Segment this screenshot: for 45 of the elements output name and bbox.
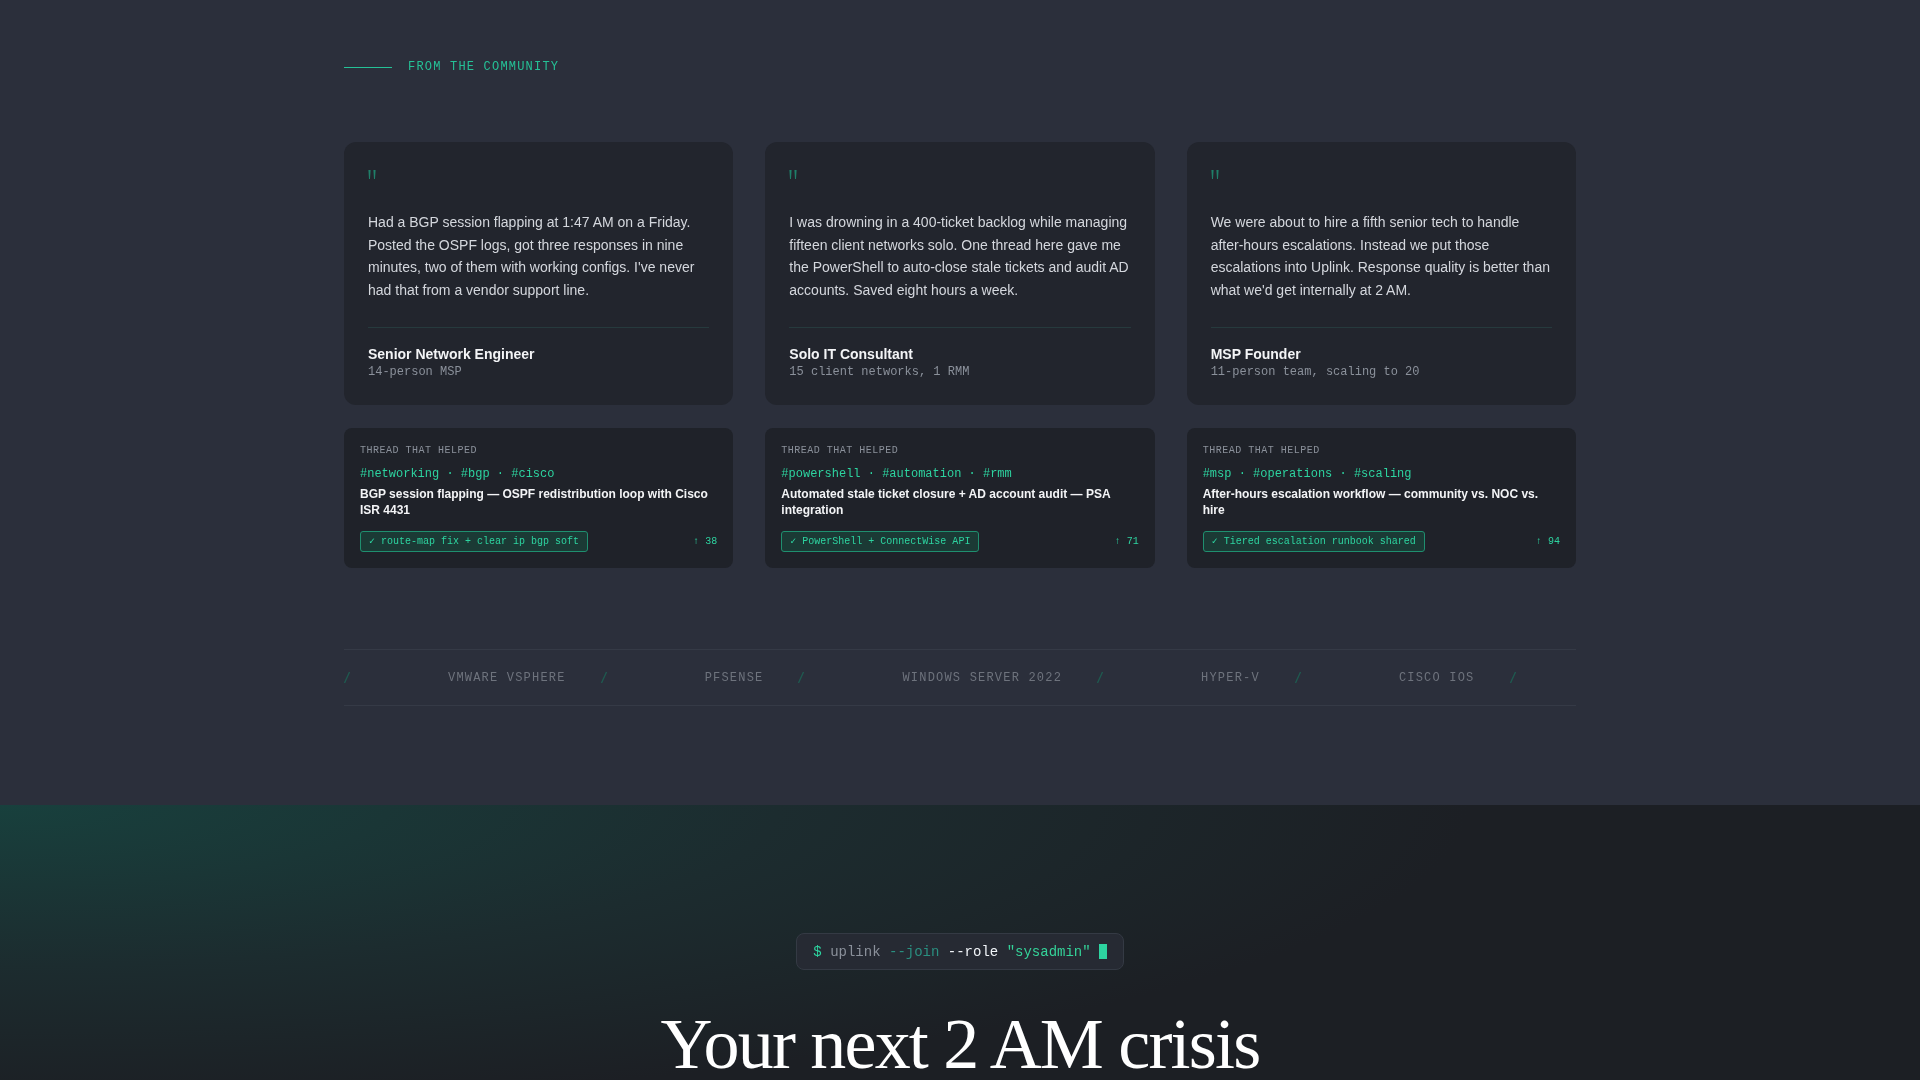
- technology-name: WINDOWS SERVER 2022: [902, 669, 1063, 686]
- thread-label: THREAD THAT HELPED: [1202, 444, 1321, 457]
- technology-name: HYPER-V: [1201, 669, 1260, 686]
- section-label: FROM THE COMMUNITY: [408, 59, 560, 75]
- author-detail: 15 client networks, 1 RMM: [789, 364, 971, 380]
- cursor-icon: [1098, 944, 1107, 959]
- slash-divider-icon: [1509, 672, 1516, 684]
- command-text: $ uplink --join --role "sysadmin": [813, 942, 1091, 962]
- solution-badge: ✓ route-map fix + clear ip bgp soft: [360, 531, 589, 553]
- author-role: Solo IT Consultant: [789, 345, 914, 364]
- quote-icon: [368, 170, 376, 179]
- testimonial-quote: We were about to hire a fifth senior tech to handle after-hours escalations. Instead we put those escalations into Uplink. Response quality is better than what we'd get internally at 2 AM.: [1210, 213, 1551, 300]
- thread-card[interactable]: THREAD THAT HELPED #powershell · #automation · #rmm Automated stale ticket closure + AD account audit — PSA integration ✓ PowerShell + ConnectWise API ↑ 71: [765, 428, 1155, 569]
- thread-label: THREAD THAT HELPED: [360, 444, 479, 457]
- headline: Your next 2 AM crisis: [660, 1012, 1260, 1077]
- thread-title: After-hours escalation workflow — community vs. NOC vs. hire: [1202, 487, 1540, 519]
- technology-name: CISCO IOS: [1398, 669, 1475, 686]
- thread-label: THREAD THAT HELPED: [781, 444, 900, 457]
- thread-card[interactable]: THREAD THAT HELPED #networking · #bgp · #cisco BGP session flapping — OSPF redistribution loop with Cisco ISR 4431 ✓ route-map fix + clear ip bgp soft ↑ 38: [344, 428, 734, 569]
- solution-badge: ✓ PowerShell + ConnectWise API: [781, 531, 980, 553]
- technology-name: PFSENSE: [704, 669, 764, 686]
- slash-divider-icon: [1294, 672, 1301, 684]
- thread-tags: #networking · #bgp · #cisco: [360, 466, 718, 482]
- author-detail: 11-person team, scaling to 20: [1210, 364, 1421, 380]
- thread-card[interactable]: THREAD THAT HELPED #msp · #operations · #scaling After-hours escalation workflow — community vs. NOC vs. hire ✓ Tiered escalation runbook shared ↑ 94: [1186, 428, 1576, 569]
- author-detail: 14-person MSP: [368, 364, 463, 380]
- testimonial-quote: Had a BGP session flapping at 1:47 AM on a Friday. Posted the OSPF logs, got three responses in nine minutes, two of them with working configs. I've never had that from a vendor support line.: [368, 213, 696, 300]
- technology-name: VMWARE VSPHERE: [448, 669, 566, 686]
- upvote-count: ↑ 71: [1114, 536, 1139, 547]
- author-role: Senior Network Engineer: [368, 345, 536, 364]
- quote-icon: [1210, 170, 1219, 179]
- slash-divider-icon: [798, 672, 805, 684]
- slash-divider-icon: [1097, 672, 1104, 684]
- slash-divider-icon: [600, 672, 607, 684]
- thread-title: Automated stale ticket closure + AD account audit — PSA integration: [781, 487, 1112, 519]
- upvote-count: ↑ 94: [1536, 536, 1560, 547]
- solution-badge: ✓ Tiered escalation runbook shared: [1202, 531, 1425, 553]
- thread-title: BGP session flapping — OSPF redistribution loop with Cisco ISR 4431: [360, 487, 709, 519]
- quote-icon: [789, 170, 798, 179]
- author-role: MSP Founder: [1210, 345, 1302, 364]
- testimonial-quote: I was drowning in a 400-ticket backlog while managing fifteen client networks solo. One thread here gave me the PowerShell to auto-close stale tickets and audit AD accounts. Saved eight hours a week.: [789, 213, 1130, 300]
- thread-tags: #msp · #operations · #scaling: [1202, 466, 1560, 482]
- upvote-count: ↑ 38: [693, 536, 718, 547]
- slash-divider-icon: [344, 672, 350, 684]
- thread-tags: #powershell · #automation · #rmm: [781, 466, 1139, 482]
